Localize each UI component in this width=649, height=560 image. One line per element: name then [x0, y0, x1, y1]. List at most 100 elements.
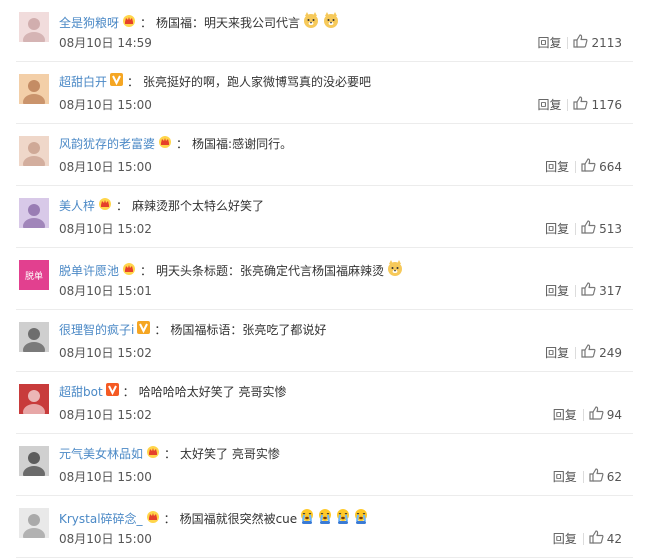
reply-button[interactable]: 回复 — [537, 97, 561, 113]
comment-item: 超甜bot ：哈哈哈哈太好笑了 亮哥实惨 08月10日 15:02 回复 94 — [0, 372, 649, 434]
comment-time: 08月10日 14:59 — [59, 36, 152, 50]
vip-v-icon — [110, 73, 124, 91]
comment-line: 全是狗粮呀 ：杨国福：明天来我公司代言 — [59, 11, 340, 34]
comment-time: 08月10日 15:01 — [59, 284, 152, 298]
reply-button[interactable]: 回复 — [553, 531, 577, 547]
avatar[interactable] — [19, 508, 49, 538]
comment-text: 杨国福：明天来我公司代言 — [156, 15, 301, 30]
username-link[interactable]: 美人梓 — [59, 197, 95, 215]
username-link[interactable]: 风韵犹存的老富婆 — [59, 135, 155, 153]
action-divider — [575, 347, 577, 359]
comment-text: 明天头条标题：张亮确定代言杨国福麻辣烫 — [156, 263, 385, 278]
thumbs-up-icon — [581, 158, 599, 176]
avatar[interactable]: 脱单 — [19, 260, 49, 290]
comment-line: 脱单许愿池 ：明天头条标题：张亮确定代言杨国福麻辣烫 — [59, 259, 404, 282]
like-button[interactable]: 317 — [581, 282, 622, 300]
avatar[interactable] — [19, 74, 49, 104]
like-button[interactable]: 42 — [589, 530, 622, 548]
comment-actions: 回复 42 — [553, 530, 622, 548]
comment-time: 08月10日 15:00 — [59, 532, 152, 546]
like-button[interactable]: 664 — [581, 158, 622, 176]
like-count: 94 — [606, 408, 622, 422]
comment-text: 杨国福就很突然被cue — [179, 511, 298, 526]
username-link[interactable]: 超甜bot — [59, 383, 103, 401]
reply-button[interactable]: 回复 — [545, 159, 569, 175]
like-button[interactable]: 1176 — [573, 96, 622, 114]
action-divider — [582, 409, 584, 421]
comment-actions: 回复 317 — [545, 282, 622, 300]
thumbs-up-icon — [581, 344, 599, 362]
avatar[interactable] — [19, 446, 49, 476]
comment-actions: 回复 2113 — [537, 34, 622, 52]
comment-line: 超甜bot ：哈哈哈哈太好笑了 亮哥实惨 — [59, 383, 287, 401]
action-divider — [567, 99, 569, 111]
reply-button[interactable]: 回复 — [553, 469, 577, 485]
like-count: 42 — [606, 532, 622, 546]
colon-separator: ： — [127, 75, 140, 89]
crying-icon — [299, 507, 315, 530]
doge-icon — [302, 11, 320, 34]
like-count: 513 — [599, 222, 622, 236]
colon-separator: ： — [154, 323, 167, 337]
comment-time: 08月10日 15:02 — [59, 346, 152, 360]
like-button[interactable]: 2113 — [573, 34, 622, 52]
avatar[interactable] — [19, 198, 49, 228]
avatar[interactable] — [19, 322, 49, 352]
comment-text: 麻辣烫那个太特么好笑了 — [132, 199, 265, 213]
doge-icon — [386, 259, 404, 282]
like-button[interactable]: 62 — [589, 468, 622, 486]
comment-item: 超甜白开 ：张亮挺好的啊，跑人家微博骂真的没必要吧 08月10日 15:00 回复 11… — [0, 62, 649, 124]
comment-line: 风韵犹存的老富婆 ：杨国福:感谢同行。 — [59, 135, 292, 153]
reply-button[interactable]: 回复 — [545, 221, 569, 237]
username-link[interactable]: Krystal碎碎念_ — [59, 510, 143, 528]
comment-item: 风韵犹存的老富婆 ：杨国福:感谢同行。 08月10日 15:00 回复 664 — [0, 124, 649, 186]
crying-icon — [317, 507, 333, 530]
row-divider — [16, 557, 633, 558]
action-divider — [567, 37, 569, 49]
crown-icon — [122, 14, 136, 32]
avatar[interactable] — [19, 136, 49, 166]
colon-separator: ： — [116, 199, 129, 213]
comment-text: 张亮挺好的啊，跑人家微博骂真的没必要吧 — [143, 75, 372, 89]
comment-time: 08月10日 15:02 — [59, 408, 152, 422]
comment-text: 杨国福:感谢同行。 — [192, 137, 293, 151]
username-link[interactable]: 很理智的疯子i — [59, 321, 134, 339]
avatar[interactable] — [19, 12, 49, 42]
comment-list: 全是狗粮呀：杨国福：明天来我公司代言 08月10日 14:59 回复 2113 超甜白开… — [0, 0, 649, 560]
username-link[interactable]: 元气美女林品如 — [59, 445, 143, 463]
comment-actions: 回复 62 — [553, 468, 622, 486]
colon-separator: ： — [140, 263, 153, 278]
username-link[interactable]: 超甜白开 — [59, 73, 107, 91]
like-button[interactable]: 249 — [581, 344, 622, 362]
like-button[interactable]: 94 — [589, 406, 622, 424]
username-link[interactable]: 脱单许愿池 — [59, 262, 119, 280]
svg-text:脱单: 脱单 — [25, 270, 43, 282]
vip-v-red-icon — [105, 383, 119, 401]
reply-button[interactable]: 回复 — [537, 35, 561, 51]
comment-time: 08月10日 15:02 — [59, 222, 152, 236]
reply-button[interactable]: 回复 — [545, 283, 569, 299]
reply-button[interactable]: 回复 — [545, 345, 569, 361]
like-count: 249 — [599, 346, 622, 360]
like-button[interactable]: 513 — [581, 220, 622, 238]
comment-item: 脱单 脱单许愿池 ：明天头条标题：张亮确定代言杨国福麻辣烫 08月10日 15:01 回… — [0, 248, 649, 310]
thumbs-up-icon — [573, 96, 591, 114]
thumbs-up-icon — [573, 34, 591, 52]
reply-button[interactable]: 回复 — [553, 407, 577, 423]
thumbs-up-icon — [581, 220, 599, 238]
comment-item: 元气美女林品如 ：太好笑了 亮哥实惨 08月10日 15:00 回复 62 — [0, 434, 649, 496]
colon-separator: ： — [176, 137, 189, 151]
like-count: 1176 — [591, 98, 622, 112]
comment-line: 美人梓 ：麻辣烫那个太特么好笑了 — [59, 197, 264, 215]
comment-actions: 回复 513 — [545, 220, 622, 238]
like-count: 664 — [599, 160, 622, 174]
comment-item: Krystal碎碎念_ ：杨国福就很突然被cue 08月10日 15:00 回复 42 — [0, 496, 649, 558]
colon-separator: ： — [140, 15, 153, 30]
crying-icon — [335, 507, 351, 530]
comment-line: 元气美女林品如 ：太好笑了 亮哥实惨 — [59, 445, 280, 463]
comment-time: 08月10日 15:00 — [59, 470, 152, 484]
like-count: 62 — [606, 470, 622, 484]
avatar[interactable] — [19, 384, 49, 414]
colon-separator: ： — [163, 511, 176, 526]
username-link[interactable]: 全是狗粮呀 — [59, 14, 119, 32]
